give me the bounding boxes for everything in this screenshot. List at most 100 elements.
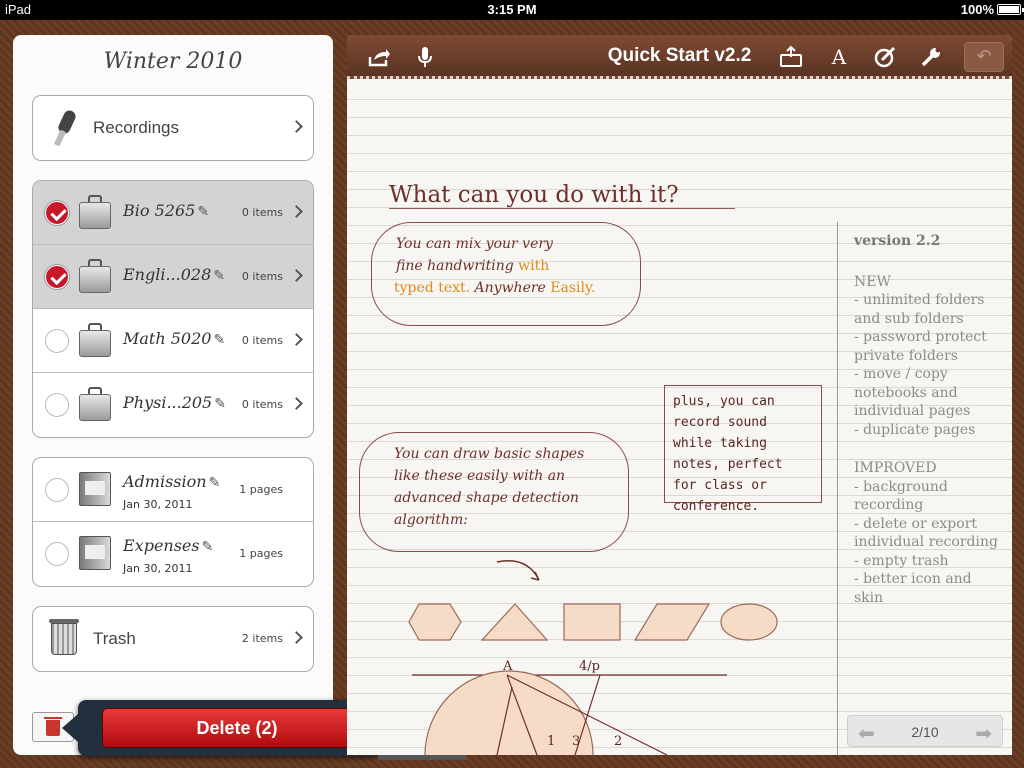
- delete-popover: Delete (2): [62, 700, 380, 756]
- briefcase-icon: [79, 259, 111, 293]
- trash-item[interactable]: Trash 2 items: [33, 607, 313, 671]
- chevron-right-icon: [290, 269, 303, 282]
- unchecked-circle-icon[interactable]: [45, 478, 69, 502]
- battery-percent: 100%: [960, 2, 994, 17]
- bubble2-line: advanced shape detection: [394, 490, 579, 506]
- trash-icon: [49, 619, 79, 655]
- new-item: - duplicate pages: [854, 421, 976, 438]
- improved-item: - delete or export individual recording: [854, 515, 998, 551]
- improved-heading: IMPROVED: [854, 460, 937, 476]
- page-count: 1 pages: [239, 483, 283, 496]
- typed-text: with: [518, 258, 550, 274]
- page-navigator: ⬅ 2/10 ➡: [847, 715, 1003, 747]
- shapes-drawing: A 4/p 1 3 2: [408, 560, 778, 755]
- folder-date: Jan 30, 2011: [123, 562, 193, 575]
- wrench-icon[interactable]: [919, 45, 943, 69]
- pencil-icon[interactable]: ✎: [213, 268, 225, 284]
- recordings-item[interactable]: Recordings: [33, 96, 313, 160]
- folder-icon: [79, 536, 111, 570]
- unchecked-circle-icon[interactable]: [45, 393, 69, 417]
- recordings-label: Recordings: [93, 118, 179, 137]
- popover-arrow: [62, 714, 78, 742]
- chevron-right-icon: [290, 120, 303, 133]
- briefcase-icon: [79, 195, 111, 229]
- pencil-icon[interactable]: ✎: [209, 475, 221, 491]
- notebook-row[interactable]: Math 5020 ✎ 0 items: [33, 309, 313, 373]
- item-count: 0 items: [241, 398, 283, 411]
- folder-icon: [79, 472, 111, 506]
- improved-item: - better icon and skin: [854, 571, 972, 606]
- folders-group: Admission ✎ Jan 30, 2011 1 pages Expenses…: [32, 457, 314, 587]
- hexagon-shape: [408, 603, 462, 641]
- page-count: 1 pages: [239, 547, 283, 560]
- checkmark-icon[interactable]: [45, 201, 69, 225]
- release-notes: version 2.2 NEW - unlimited folders and …: [854, 232, 1004, 607]
- rectangle-shape: [563, 603, 621, 641]
- chevron-right-icon: [290, 631, 303, 644]
- sidebar-panel: Winter 2010 Recordings Bio 5265 ✎ 0 items…: [13, 35, 333, 755]
- version-label: version 2.2: [854, 233, 941, 249]
- arrow-right-icon[interactable]: ➡: [975, 721, 992, 745]
- notebook-name: Engli...028: [123, 265, 212, 284]
- clock: 3:15 PM: [487, 2, 537, 17]
- bubble1-line: fine handwriting: [396, 258, 514, 274]
- insert-page-icon[interactable]: [779, 45, 803, 69]
- new-item: - password protect private folders: [854, 329, 987, 364]
- item-count: 0 items: [241, 334, 283, 347]
- diagram-label-b: 4/p: [579, 659, 600, 674]
- delete-button[interactable]: Delete (2): [102, 708, 372, 748]
- pencil-icon[interactable]: ✎: [202, 539, 214, 555]
- trash-group: Trash 2 items: [32, 606, 314, 672]
- diagram-label-1: 1: [547, 734, 555, 749]
- item-count: 0 items: [241, 270, 283, 283]
- item-count: 0 items: [241, 206, 283, 219]
- handwriting-bubble: You can mix your very fine handwriting w…: [371, 222, 641, 326]
- bubble2-line: You can draw basic shapes: [394, 446, 585, 462]
- diagram-label-2: 2: [614, 734, 622, 749]
- unchecked-circle-icon[interactable]: [45, 329, 69, 353]
- page-heading: What can you do with it?: [389, 182, 735, 209]
- trash-icon: [44, 717, 62, 736]
- briefcase-icon: [79, 387, 111, 421]
- trash-count: 2 items: [241, 632, 283, 645]
- circle-shape: [424, 670, 594, 755]
- new-item: - move / copy notebooks and individual p…: [854, 366, 971, 419]
- battery-icon: [997, 4, 1024, 15]
- notebook-toolbar: Quick Start v2.2 A ↶: [347, 35, 1012, 79]
- notebook-row[interactable]: Engli...028 ✎ 0 items: [33, 245, 313, 309]
- improved-item: - empty trash: [854, 552, 949, 569]
- notebook-row[interactable]: Physi...205 ✎ 0 items: [33, 373, 313, 437]
- triangle-shape: [480, 603, 549, 641]
- notebook-row[interactable]: Bio 5265 ✎ 0 items: [33, 181, 313, 245]
- notebooks-group: Bio 5265 ✎ 0 items Engli...028 ✎ 0 items M…: [32, 180, 314, 438]
- notebook-page[interactable]: What can you do with it? You can mix you…: [347, 82, 1012, 755]
- folder-row[interactable]: Expenses ✎ Jan 30, 2011 1 pages: [33, 522, 313, 586]
- ellipse-shape: [720, 603, 778, 641]
- diagram-label-3: 3: [572, 734, 580, 749]
- typed-text: typed text.: [394, 280, 471, 296]
- improved-item: - background recording: [854, 478, 948, 514]
- sound-note-box: plus, you can record sound while taking …: [664, 385, 822, 514]
- bubble2-line: like these easily with an: [394, 468, 566, 484]
- pencil-icon[interactable]: ✎: [213, 332, 225, 348]
- undo-button[interactable]: ↶: [964, 42, 1004, 72]
- pencil-icon[interactable]: ✎: [214, 396, 226, 412]
- palette-icon[interactable]: [873, 45, 897, 69]
- text-style-icon[interactable]: A: [827, 45, 851, 69]
- trash-label: Trash: [93, 629, 136, 648]
- chevron-right-icon: [290, 397, 303, 410]
- folder-row[interactable]: Admission ✎ Jan 30, 2011 1 pages: [33, 458, 313, 522]
- margin-line: [837, 222, 838, 755]
- checkmark-icon[interactable]: [45, 265, 69, 289]
- briefcase-icon: [79, 323, 111, 357]
- pencil-icon[interactable]: ✎: [197, 204, 209, 220]
- recordings-group: Recordings: [32, 95, 314, 161]
- status-bar: iPad 3:15 PM 100%: [0, 0, 1024, 20]
- chevron-right-icon: [290, 333, 303, 346]
- notebook-name: Physi...205: [123, 393, 213, 412]
- folder-name: Admission: [123, 472, 207, 491]
- sidebar-title: Winter 2010: [103, 49, 243, 74]
- parallelogram-shape: [633, 603, 711, 641]
- new-item: - unlimited folders and sub folders: [854, 292, 985, 327]
- unchecked-circle-icon[interactable]: [45, 542, 69, 566]
